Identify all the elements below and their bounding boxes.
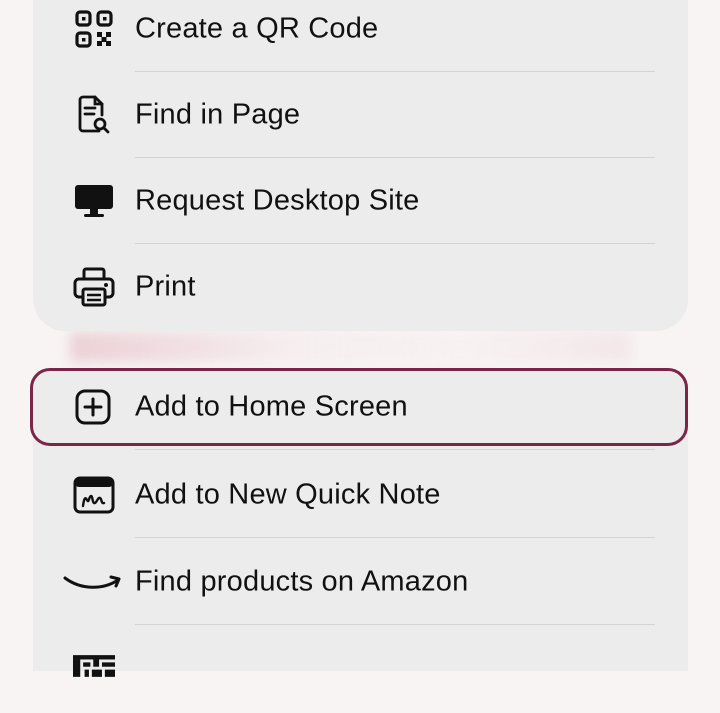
- quick-note-icon: [73, 474, 115, 516]
- menu-item-label: Create a QR Code: [135, 12, 379, 45]
- menu-item-print[interactable]: Print: [33, 244, 688, 330]
- menu-item-partial[interactable]: [33, 627, 688, 713]
- menu-item-find-in-page[interactable]: Find in Page: [33, 72, 688, 158]
- menu-item-request-desktop-site[interactable]: Request Desktop Site: [33, 158, 688, 244]
- menu-item-find-products-on-amazon[interactable]: Find products on Amazon: [33, 539, 688, 625]
- separator: [135, 449, 655, 450]
- menu-item-label: Add to Home Screen: [135, 390, 408, 423]
- menu-item-label: Print: [135, 270, 196, 303]
- find-in-page-icon: [73, 94, 115, 136]
- menu-item-label: Add to New Quick Note: [135, 478, 441, 511]
- share-menu-top-group: Create a QR Code Find in Page Request De…: [33, 0, 688, 331]
- menu-item-add-to-home-screen[interactable]: Add to Home Screen: [30, 368, 688, 446]
- barcode-icon: [73, 645, 115, 687]
- separator: [135, 537, 655, 538]
- desktop-icon: [73, 180, 115, 222]
- menu-item-add-to-new-quick-note[interactable]: Add to New Quick Note: [33, 452, 688, 538]
- printer-icon: [73, 266, 115, 308]
- menu-item-label: Find in Page: [135, 98, 301, 131]
- separator: [135, 624, 655, 625]
- menu-item-label: Request Desktop Site: [135, 184, 420, 217]
- amazon-smile-icon: [63, 561, 123, 603]
- menu-item-create-qr-code[interactable]: Create a QR Code: [33, 0, 688, 72]
- menu-item-label: Find products on Amazon: [135, 565, 469, 598]
- background-blur: [70, 332, 630, 362]
- qr-code-icon: [73, 8, 115, 50]
- plus-square-icon: [73, 387, 113, 427]
